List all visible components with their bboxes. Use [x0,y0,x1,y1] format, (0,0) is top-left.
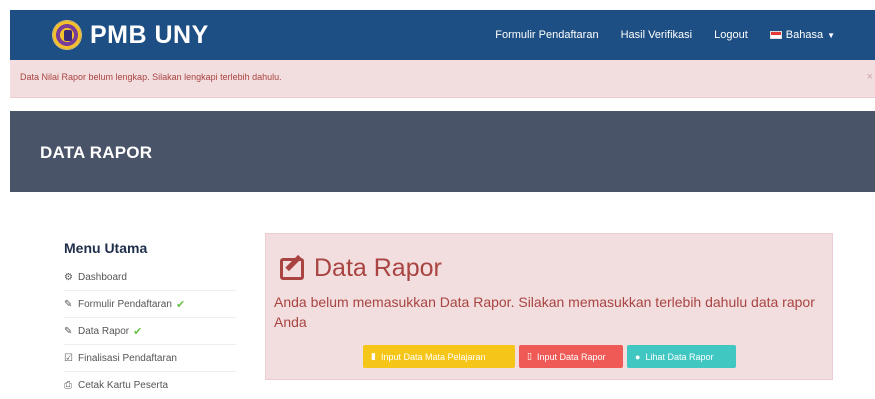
eye-icon: ● [635,351,641,362]
alert-close-button[interactable]: × [867,71,873,83]
action-buttons: ▮ Input Data Mata Pelajaran ▯ Input Data… [363,345,736,368]
button-label: Lihat Data Rapor [645,351,714,362]
edit-icon [280,257,304,280]
button-label: Input Data Rapor [536,351,606,362]
edit-icon: ✎ [64,325,73,337]
sidebar-item-finalisasi-pendaftaran[interactable]: ☑ Finalisasi Pendaftaran [64,345,236,372]
file-icon: ▯ [527,351,532,361]
panel-title: Data Rapor [314,254,442,282]
sidebar-item-data-rapor[interactable]: ✎ Data Rapor ✔ [64,318,236,345]
input-data-rapor-button[interactable]: ▯ Input Data Rapor [519,345,623,368]
input-data-mata-pelajaran-button[interactable]: ▮ Input Data Mata Pelajaran [363,345,515,368]
panel-message: Anda belum memasukkan Data Rapor. Silaka… [274,294,815,330]
brand[interactable]: PMB UNY [52,17,209,53]
button-label: Input Data Mata Pelajaran [380,351,486,362]
edit-icon: ✎ [64,298,73,310]
sidebar-item-label: Dashboard [78,271,127,283]
sidebar-item-formulir-pendaftaran[interactable]: ✎ Formulir Pendaftaran ✔ [64,291,236,318]
warning-alert: Data Nilai Rapor belum lengkap. Silakan … [10,60,875,98]
dashboard-icon: ⚙ [64,271,73,283]
page-title: DATA RAPOR [40,143,153,162]
nav-hasil-verifikasi[interactable]: Hasil Verifikasi [621,29,693,41]
caret-down-icon: ▼ [827,30,835,40]
menu-title: Menu Utama [64,240,148,256]
sidebar-item-label: Formulir Pendaftaran [78,298,172,310]
sidebar-item-dashboard[interactable]: ⚙ Dashboard [64,264,236,291]
uny-logo-icon [52,20,82,50]
nav-formulir-pendaftaran[interactable]: Formulir Pendaftaran [495,29,598,41]
main-nav: Formulir Pendaftaran Hasil Verifikasi Lo… [495,10,835,60]
sidebar-menu: Menu Utama ⚙ Dashboard ✎ Formulir Pendaf… [64,240,236,399]
file-icon: ▮ [371,351,376,361]
nav-logout[interactable]: Logout [714,29,748,41]
bahasa-label: Bahasa [785,29,824,41]
data-rapor-panel: Data Rapor Anda belum memasukkan Data Ra… [265,233,833,380]
print-icon: ⎙ [64,380,72,391]
lihat-data-rapor-button[interactable]: ● Lihat Data Rapor [627,345,736,368]
indonesia-flag-icon [769,31,782,39]
panel-heading: Data Rapor [280,254,442,283]
sidebar-item-cetak-kartu-peserta[interactable]: ⎙ Cetak Kartu Peserta [64,372,236,399]
brand-title: PMB UNY [90,20,209,49]
alert-message: Data Nilai Rapor belum lengkap. Silakan … [20,72,282,82]
sidebar-item-label: Data Rapor [78,325,130,337]
check-icon: ✔ [133,325,143,338]
check-square-icon: ☑ [64,352,73,364]
check-icon: ✔ [175,298,186,311]
top-navbar: PMB UNY Formulir Pendaftaran Hasil Verif… [10,10,875,60]
page-header: DATA RAPOR [10,111,875,192]
nav-bahasa-dropdown[interactable]: Bahasa ▼ [769,29,835,41]
sidebar-item-label: Finalisasi Pendaftaran [78,352,177,364]
sidebar-item-label: Cetak Kartu Peserta [78,380,169,391]
